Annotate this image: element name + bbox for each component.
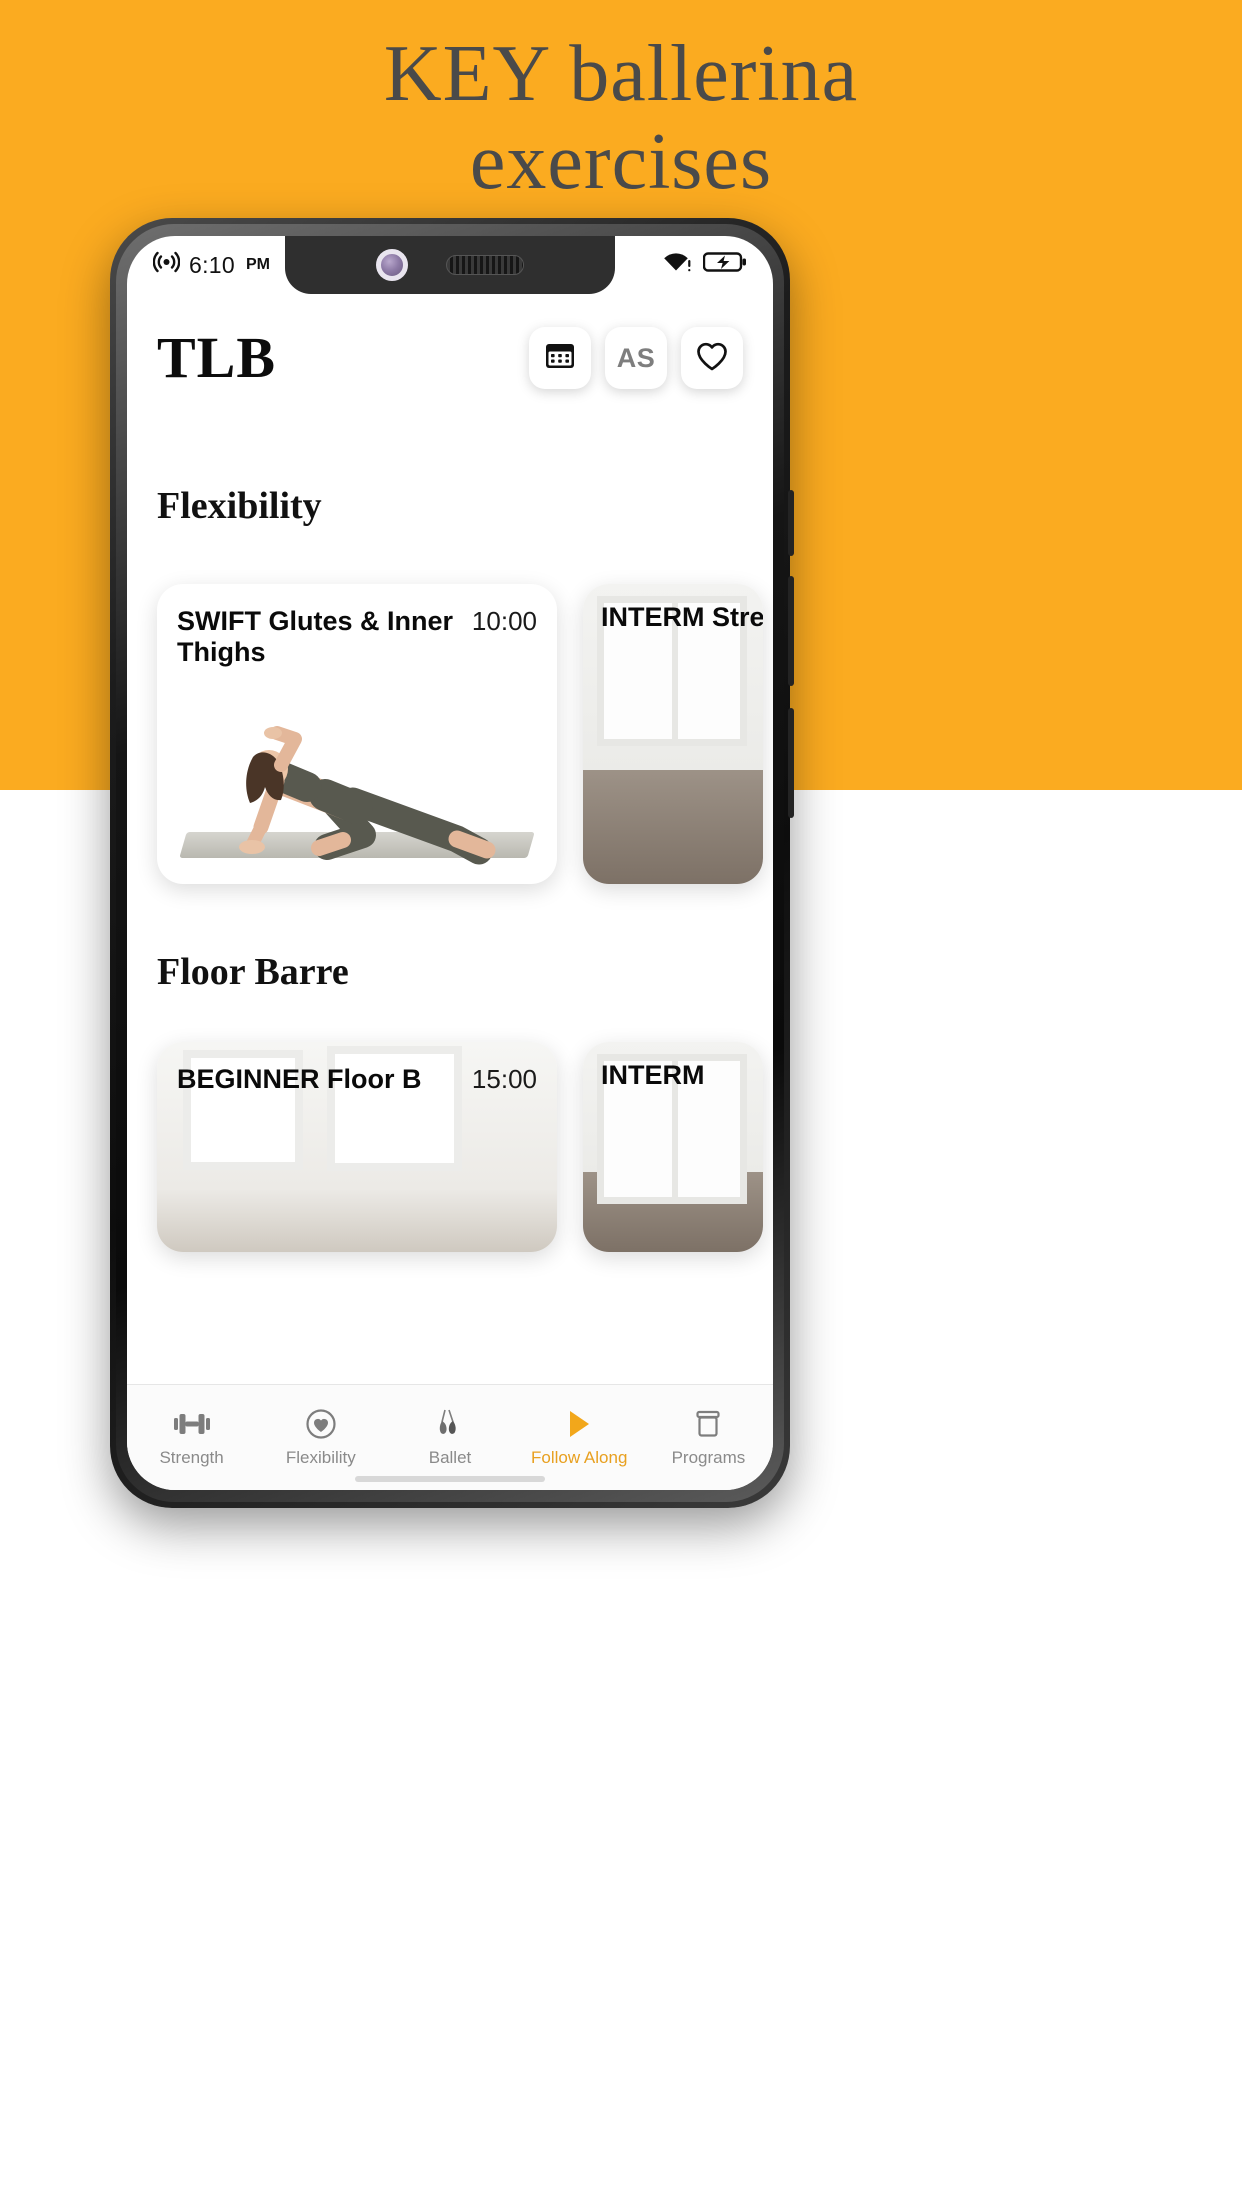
heart-circle-icon <box>305 1407 337 1441</box>
card-title: INTERM <box>601 1060 705 1090</box>
section-title-floor-barre: Floor Barre <box>157 951 349 993</box>
side-plank-figure <box>239 726 496 865</box>
carousel-flexibility[interactable]: SWIFT Glutes & Inner Thighs 10:00 INTERM… <box>127 584 773 884</box>
phone-volume-down-button <box>788 708 794 818</box>
calendar-icon <box>543 339 577 378</box>
nav-label: Follow Along <box>531 1448 628 1467</box>
card-duration: 10:00 <box>471 606 537 636</box>
pointe-shoes-icon <box>433 1407 467 1441</box>
nav-item-strength[interactable]: Strength <box>127 1407 256 1468</box>
earpiece-speaker-icon <box>446 255 524 275</box>
card-title: BEGINNER Floor B <box>177 1064 422 1094</box>
nav-label: Strength <box>159 1448 224 1467</box>
content-scroll[interactable]: Flexibility SWIFT Glutes & Inner Thighs … <box>127 412 773 1490</box>
play-triangle-icon <box>564 1407 594 1441</box>
header-actions: AS <box>529 327 743 389</box>
home-indicator <box>355 1476 545 1482</box>
app-header: TLB AS <box>127 308 773 408</box>
status-bar-ampm: PM <box>245 256 270 273</box>
card-duration: 15:00 <box>471 1064 537 1094</box>
favorites-button[interactable] <box>681 327 743 389</box>
nav-label: Flexibility <box>285 1448 356 1467</box>
phone-screen: 6:10 PM TLB AS Flexibility SWIFT Glutes … <box>127 236 773 1490</box>
status-bar-right <box>661 250 747 280</box>
workout-card[interactable]: INTERM Stretch <box>583 584 763 884</box>
front-camera-icon <box>376 249 408 281</box>
nav-item-follow-along[interactable]: Follow Along <box>515 1407 644 1468</box>
card-header: BEGINNER Floor B 15:00 <box>157 1042 557 1095</box>
phone-mockup: 6:10 PM TLB AS Flexibility SWIFT Glutes … <box>110 218 794 1508</box>
phone-mute-switch <box>788 490 794 556</box>
banner-title-line2: exercises <box>469 118 773 206</box>
nav-item-ballet[interactable]: Ballet <box>385 1407 514 1468</box>
card-title: INTERM Stretch <box>601 602 763 632</box>
card-title: SWIFT Glutes & Inner Thighs <box>177 606 454 667</box>
brand-logo: TLB <box>157 325 277 390</box>
phone-volume-up-button <box>788 576 794 686</box>
bottom-navigation[interactable]: Strength Flexibility Ballet Follow Along… <box>127 1384 773 1490</box>
box-stack-icon <box>692 1407 724 1441</box>
status-bar-time: 6:10 <box>189 251 235 278</box>
card-header: SWIFT Glutes & Inner Thighs 10:00 <box>157 584 557 668</box>
nav-item-programs[interactable]: Programs <box>644 1407 773 1468</box>
section-title-flexibility: Flexibility <box>157 485 322 527</box>
banner-title: KEY ballerina exercises <box>0 30 1242 206</box>
broadcast-icon <box>152 250 181 280</box>
workout-card[interactable]: INTERM <box>583 1042 763 1252</box>
card-thumbnail <box>157 709 557 884</box>
status-bar-left: 6:10 PM <box>152 250 270 280</box>
account-button[interactable]: AS <box>605 327 667 389</box>
banner-title-line1: KEY ballerina <box>383 30 859 118</box>
dumbbell-icon <box>172 1407 212 1441</box>
carousel-floor-barre[interactable]: BEGINNER Floor B 15:00 INTERM <box>127 1042 773 1252</box>
heart-icon <box>694 339 730 378</box>
nav-label: Ballet <box>428 1448 472 1467</box>
calendar-button[interactable] <box>529 327 591 389</box>
battery-charging-icon <box>702 250 747 280</box>
workout-card[interactable]: SWIFT Glutes & Inner Thighs 10:00 <box>157 584 557 884</box>
nav-label: Programs <box>671 1448 746 1467</box>
wifi-icon <box>661 250 691 280</box>
phone-notch <box>285 236 615 294</box>
nav-item-flexibility[interactable]: Flexibility <box>256 1407 385 1468</box>
account-initials: AS <box>616 342 656 373</box>
workout-card[interactable]: BEGINNER Floor B 15:00 <box>157 1042 557 1252</box>
